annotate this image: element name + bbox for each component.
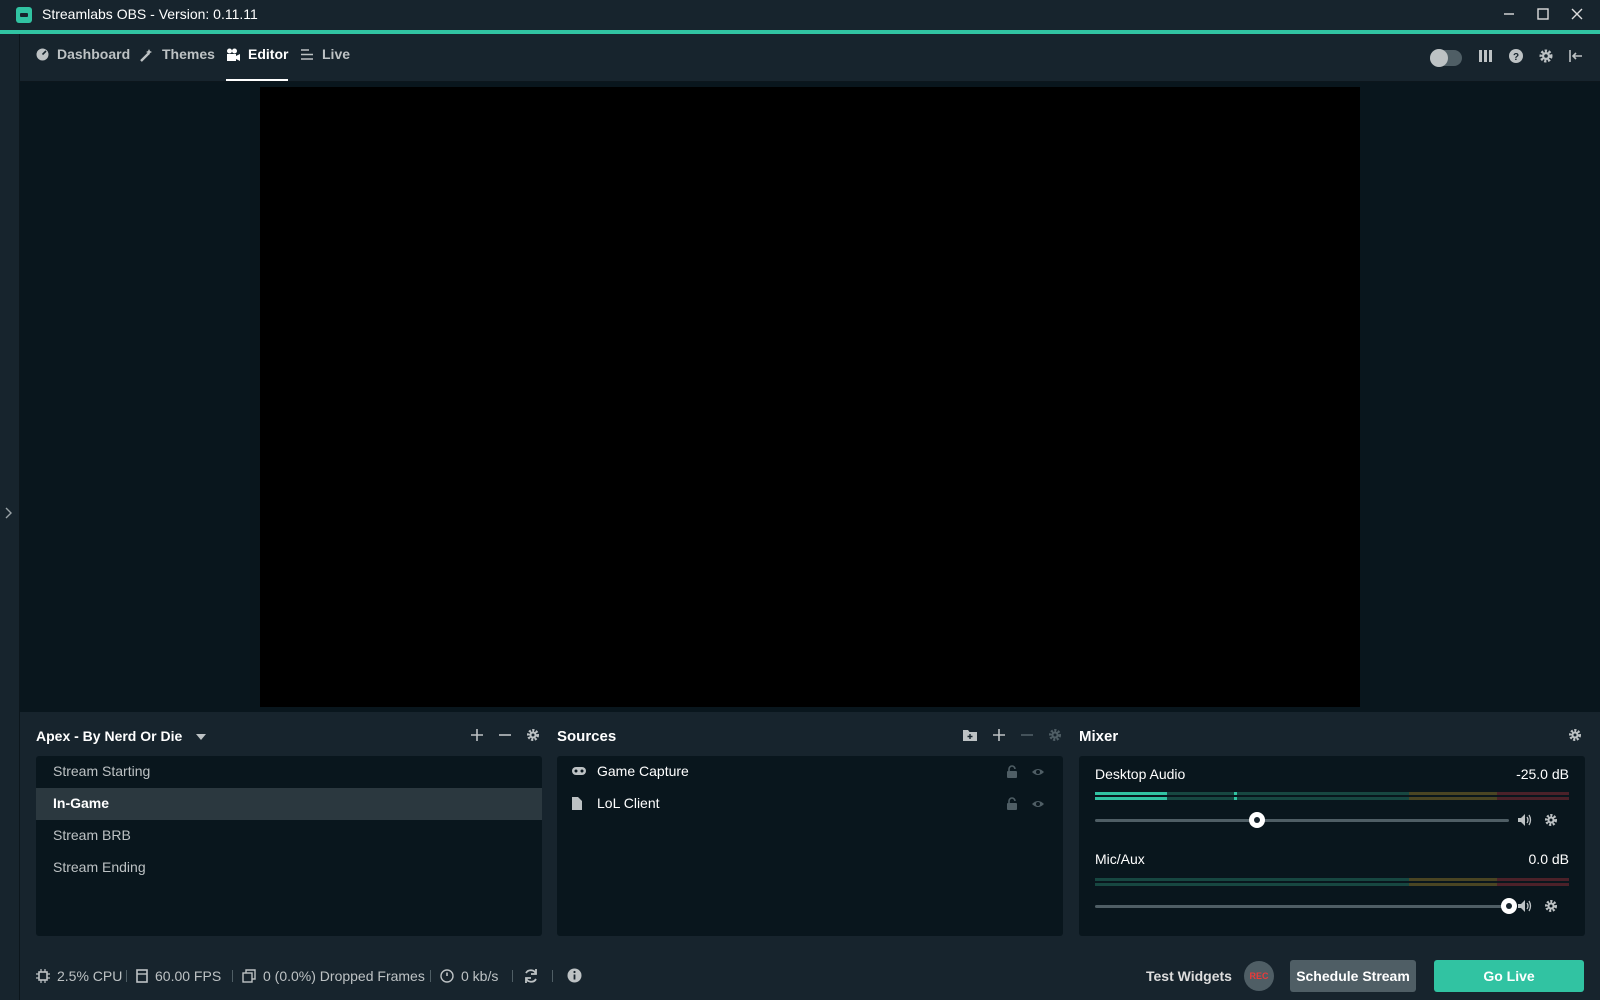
nav-dashboard[interactable]: Dashboard [36,46,130,82]
refresh-icon[interactable] [523,968,539,984]
scene-preview[interactable] [260,87,1360,707]
mixer-channel-db: -25.0 dB [1516,766,1569,782]
remove-scene-icon[interactable] [498,728,512,742]
scene-collection-name: Apex - By Nerd Or Die [36,728,183,744]
record-button[interactable]: REC [1244,961,1274,991]
mixer-channel-name: Mic/Aux [1095,851,1145,867]
nav-live[interactable]: Live [300,46,350,82]
cpu-stat: 2.5% CPU [36,968,122,984]
speaker-icon[interactable] [1517,899,1533,913]
info-icon[interactable] [567,968,582,983]
add-scene-icon[interactable] [470,728,484,742]
test-widgets-button[interactable]: Test Widgets [1146,968,1232,984]
themes-icon [140,49,152,62]
cpu-icon [36,969,50,983]
left-sidebar-collapsed[interactable] [0,34,20,1000]
scene-item[interactable]: Stream BRB [36,820,542,852]
maximize-button[interactable] [1526,0,1560,28]
minimize-icon [1504,13,1514,15]
scene-item[interactable]: Stream Ending [36,852,542,884]
sources-title: Sources [557,728,617,745]
help-icon[interactable]: ? [1508,48,1524,64]
minimize-button[interactable] [1492,0,1526,28]
maximize-icon [1537,8,1549,20]
collapse-icon[interactable] [1568,48,1584,64]
lock-icon[interactable] [1005,765,1019,779]
lock-icon[interactable] [1005,797,1019,811]
remove-source-icon[interactable] [1020,728,1034,742]
bottom-dock: Apex - By Nerd Or Die Stream Starting In… [20,712,1600,952]
volume-meter [1095,878,1569,886]
source-item[interactable]: LoL Client [557,788,1063,820]
fps-stat: 60.00 FPS [136,968,221,984]
add-folder-icon[interactable] [962,728,978,742]
film-icon [136,969,148,983]
settings-icon[interactable] [1538,48,1554,64]
cpu-value: 2.5% CPU [57,968,123,984]
go-live-button[interactable]: Go Live [1434,960,1584,992]
source-item[interactable]: Game Capture [557,756,1063,788]
volume-slider-knob[interactable] [1501,898,1517,914]
window-title: Streamlabs OBS - Version: 0.11.11 [42,6,258,22]
layout-icon[interactable] [1478,48,1494,64]
channel-settings-icon[interactable] [1544,899,1558,913]
mixer-settings-icon[interactable] [1568,728,1582,742]
mixer-channel-db: 0.0 dB [1528,851,1569,867]
close-button[interactable] [1560,0,1594,28]
mixer-channel-name: Desktop Audio [1095,766,1186,782]
streamlabs-logo-icon [16,7,32,23]
eye-icon[interactable] [1031,765,1045,779]
scene-settings-icon[interactable] [526,728,540,742]
status-footer: 2.5% CPU 60.00 FPS 0 (0.0%) Dropped Fram… [20,952,1600,1000]
dashboard-icon [36,48,49,61]
sources-list: Game Capture LoL Client [557,756,1063,936]
top-nav: Dashboard Themes Editor Live ? [20,34,1600,82]
nav-dashboard-label: Dashboard [57,46,131,62]
volume-slider-knob[interactable] [1249,812,1265,828]
volume-meter [1095,792,1569,800]
caret-down-icon [196,734,207,741]
source-label: LoL Client [597,795,660,811]
add-source-icon[interactable] [992,728,1006,742]
svg-text:?: ? [1513,52,1519,63]
channel-settings-icon[interactable] [1544,813,1558,827]
nav-live-label: Live [322,46,351,62]
source-settings-icon[interactable] [1048,728,1062,742]
live-icon [301,49,313,60]
scene-item[interactable]: Stream Starting [36,756,542,788]
title-bar: Streamlabs OBS - Version: 0.11.11 [0,0,1600,30]
fps-value: 60.00 FPS [155,968,222,984]
mixer-title: Mixer [1079,728,1119,745]
scene-item-active[interactable]: In-Game [36,788,542,820]
nav-themes[interactable]: Themes [140,46,215,82]
speaker-icon[interactable] [1517,813,1533,827]
eye-icon[interactable] [1031,797,1045,811]
nav-editor-label: Editor [248,46,289,62]
gamepad-icon [572,767,586,775]
volume-slider-track[interactable] [1095,905,1509,908]
nav-editor[interactable]: Editor [226,46,289,82]
frames-icon [242,969,256,983]
schedule-stream-button[interactable]: Schedule Stream [1290,960,1416,992]
bitrate-stat: 0 kb/s [440,968,498,984]
nav-themes-label: Themes [162,46,215,62]
bitrate-value: 0 kb/s [461,968,499,984]
chevron-right-icon[interactable] [4,506,14,520]
volume-slider-track[interactable] [1095,819,1509,822]
scenes-list: Stream Starting In-Game Stream BRB Strea… [36,756,542,936]
dropped-frames-stat: 0 (0.0%) Dropped Frames [242,968,425,984]
dropped-frames-value: 0 (0.0%) Dropped Frames [263,968,425,984]
night-mode-toggle[interactable] [1430,49,1462,67]
mixer-panel: Desktop Audio -25.0 dB Mic/Aux 0.0 dB [1079,756,1585,936]
source-label: Game Capture [597,763,689,779]
editor-icon [227,48,240,61]
close-icon [1571,8,1583,20]
scene-collection-selector[interactable]: Apex - By Nerd Or Die [36,728,207,744]
editor-stage [20,82,1600,712]
file-icon [572,797,582,810]
speedometer-icon [440,969,454,983]
